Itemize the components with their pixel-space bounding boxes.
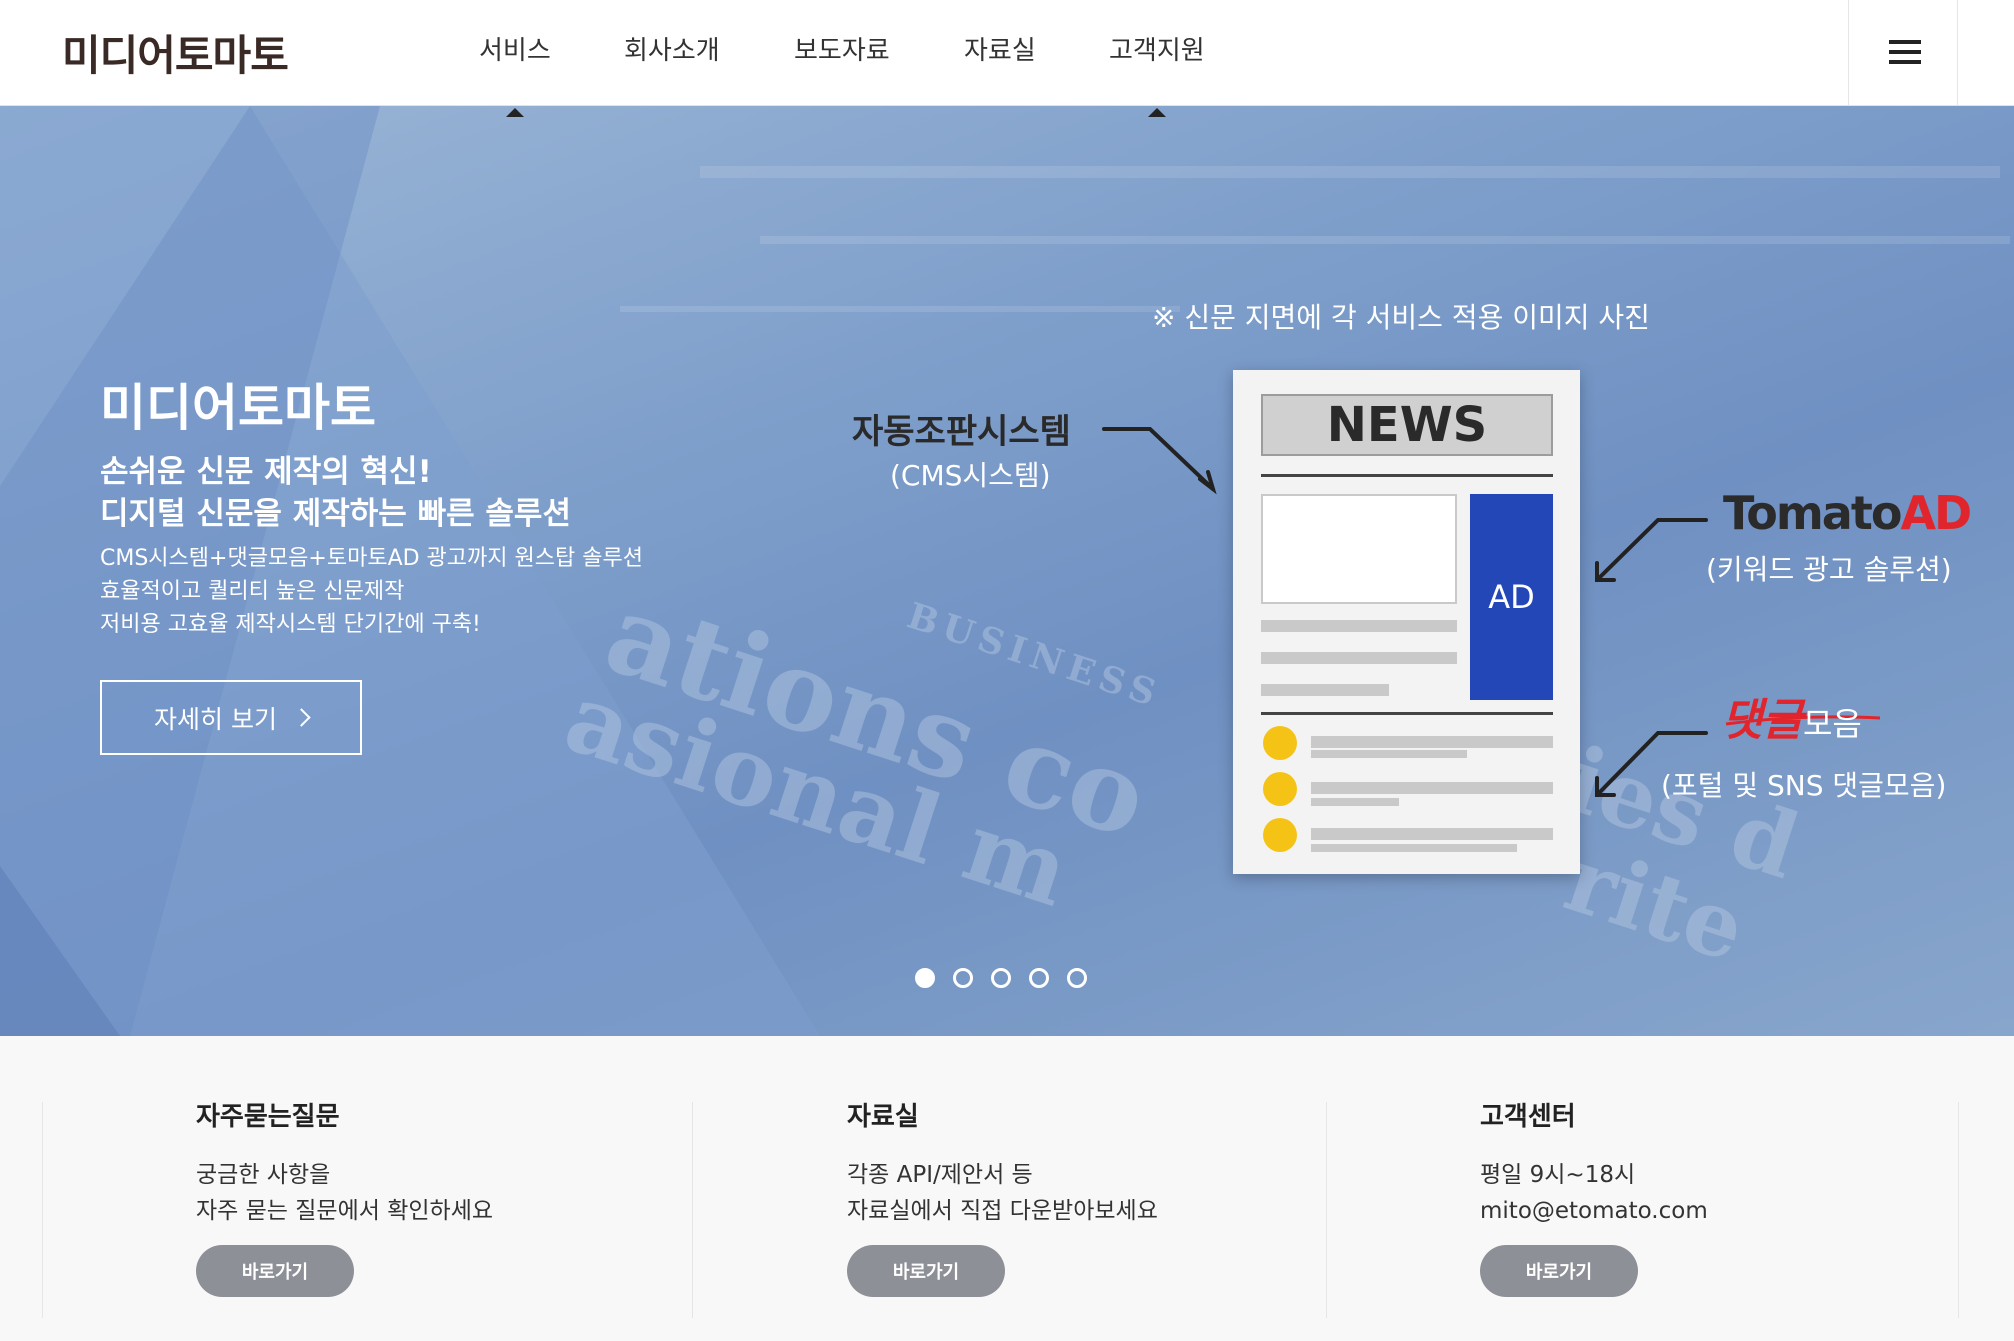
detail-view-button[interactable]: 자세히 보기 <box>100 680 362 755</box>
ad-block: AD <box>1470 494 1553 700</box>
slide-dot-4[interactable] <box>1029 968 1049 988</box>
card-text-line: 자주 묻는 질문에서 확인하세요 <box>196 1198 494 1224</box>
tomato-ad-logo: TomatoAD <box>1723 486 1972 540</box>
card-text-line: 평일 9시~18시 <box>1480 1162 1636 1188</box>
site-header: 미디어토마토 서비스 회사소개 보도자료 자료실 고객지원 <box>0 0 2014 117</box>
text-line <box>1311 828 1553 840</box>
slide-dot-1[interactable] <box>915 968 935 988</box>
nav-item-label: 보도자료 <box>794 36 890 66</box>
text-line <box>1261 620 1457 632</box>
quick-links-section: 자주묻는질문 궁금한 사항을 자주 묻는 질문에서 확인하세요 바로가기 자료실… <box>0 1036 2014 1341</box>
text-line <box>1311 782 1553 794</box>
customer-center-go-button[interactable]: 바로가기 <box>1480 1245 1638 1297</box>
hero-subtitle-line-1: 손쉬운 신문 제작의 혁신! <box>100 454 432 490</box>
nav-item-label: 회사소개 <box>624 36 720 66</box>
divider <box>1261 712 1553 715</box>
nav-item-label: 자료실 <box>964 36 1036 66</box>
faq-go-button[interactable]: 바로가기 <box>196 1245 354 1297</box>
text-line <box>1311 736 1553 748</box>
hamburger-line <box>1889 60 1921 64</box>
hero-banner: BUSINESS ations co asional m ies d rite … <box>0 106 2014 1036</box>
slide-dot-2[interactable] <box>953 968 973 988</box>
article-image-placeholder <box>1261 494 1457 604</box>
tomato-ad-sublabel: (키워드 광고 솔루션) <box>1706 553 1952 586</box>
library-card: 자료실 각종 API/제안서 등 자료실에서 직접 다운받아보세요 바로가기 <box>847 1096 1158 1297</box>
nav-item-label: 서비스 <box>479 36 551 66</box>
nav-caret-icon <box>1147 108 1166 117</box>
image-note: ※ 신문 지면에 각 서비스 적용 이미지 사진 <box>1152 301 1650 334</box>
text-line <box>1311 798 1399 806</box>
newspaper-illustration: NEWS AD <box>1233 370 1580 874</box>
slide-dot-5[interactable] <box>1067 968 1087 988</box>
nav-caret-icon <box>505 108 524 117</box>
card-text-line: 궁금한 사항을 <box>196 1162 331 1188</box>
hamburger-line <box>1889 40 1921 44</box>
comment-title-accent: 댓글 <box>1722 695 1803 746</box>
sad-emoji-icon <box>1263 772 1297 806</box>
nav-item-services[interactable]: 서비스 <box>479 30 551 117</box>
card-text-line: mito@etomato.com <box>1480 1198 1708 1224</box>
neutral-emoji-icon <box>1263 818 1297 852</box>
hero-title: 미디어토마토 <box>100 379 376 437</box>
card-title: 자료실 <box>847 1102 919 1132</box>
hero-desc-line-3: 저비용 고효율 제작시스템 단기간에 구축! <box>100 612 481 637</box>
detail-view-label: 자세히 보기 <box>154 704 277 734</box>
divider <box>42 1102 43 1318</box>
text-line <box>1311 844 1517 852</box>
cms-label: 자동조판시스템 <box>852 412 1071 452</box>
nav-item-library[interactable]: 자료실 <box>964 30 1036 67</box>
nav-item-label: 고객지원 <box>1109 36 1205 66</box>
divider <box>692 1102 693 1318</box>
tomato-ad-text: Tomato <box>1723 486 1902 540</box>
library-go-button[interactable]: 바로가기 <box>847 1245 1005 1297</box>
card-title: 고객센터 <box>1480 1102 1576 1132</box>
card-text-line: 자료실에서 직접 다운받아보세요 <box>847 1198 1158 1224</box>
hero-desc-line-2: 효율적이고 퀄리티 높은 신문제작 <box>100 579 405 604</box>
news-heading: NEWS <box>1261 394 1553 456</box>
slide-dot-3[interactable] <box>991 968 1011 988</box>
tomato-ad-accent: AD <box>1900 486 1972 540</box>
comment-sublabel: (포털 및 SNS 댓글모음) <box>1661 769 1947 802</box>
divider <box>1958 1102 1959 1318</box>
comment-title-rest: 모음 <box>1802 705 1862 743</box>
card-title: 자주묻는질문 <box>196 1102 340 1132</box>
nav-item-press[interactable]: 보도자료 <box>794 30 890 67</box>
hero-subtitle-line-2: 디지털 신문을 제작하는 빠른 솔루션 <box>100 496 571 532</box>
faq-card: 자주묻는질문 궁금한 사항을 자주 묻는 질문에서 확인하세요 바로가기 <box>196 1096 493 1297</box>
text-line <box>1311 750 1467 758</box>
text-line <box>1261 652 1457 664</box>
comment-collect-title: 댓글모음 <box>1722 684 1862 748</box>
smile-emoji-icon <box>1263 726 1297 760</box>
customer-center-card: 고객센터 평일 9시~18시 mito@etomato.com 바로가기 <box>1480 1096 1708 1297</box>
nav-item-support[interactable]: 고객지원 <box>1109 30 1205 117</box>
chevron-right-icon <box>292 708 311 727</box>
text-line <box>1261 684 1389 696</box>
hero-desc-line-1: CMS시스템+댓글모음+토마토AD 광고까지 원스탑 솔루션 <box>100 546 643 571</box>
divider <box>1326 1102 1327 1318</box>
hamburger-menu-button[interactable] <box>1848 0 1958 106</box>
cms-sublabel: (CMS시스템) <box>890 459 1051 492</box>
nav-item-company[interactable]: 회사소개 <box>624 30 720 67</box>
site-logo[interactable]: 미디어토마토 <box>62 22 289 83</box>
divider <box>1261 474 1553 477</box>
card-text-line: 각종 API/제안서 등 <box>847 1162 1033 1188</box>
hamburger-line <box>1889 50 1921 54</box>
